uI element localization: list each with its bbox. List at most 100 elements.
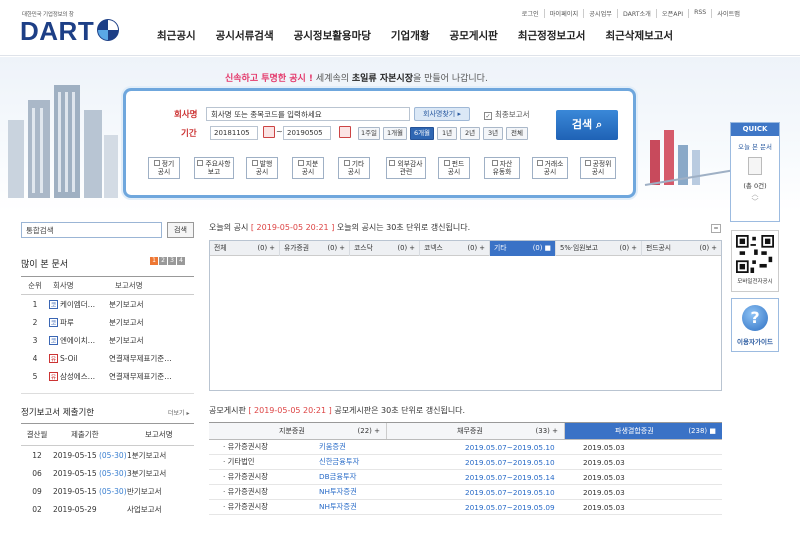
kosdaq-badge: 코 (49, 335, 58, 345)
table-row[interactable]: 4 유 S-Oil 연결재무제표기준… (21, 349, 194, 367)
category-ftc[interactable]: 공정위 공시 (580, 157, 616, 179)
table-row[interactable]: · 유가증권시장 NH투자증권 2019.05.07~2019.05.09 2019.… (209, 500, 722, 515)
slogan: 신속하고 투명한 공시 ! 세계속의 초일류 자본시장을 만들어 나갑니다. (225, 74, 488, 84)
util-open-api[interactable]: 오픈API (655, 9, 688, 18)
tab-kospi[interactable]: 유가증권 (0) + (280, 241, 350, 256)
minimize-icon[interactable]: = (711, 224, 721, 233)
more-link[interactable]: 더보기 ▸ (168, 408, 189, 417)
final-report-checkbox[interactable]: ✓ 최종보고서 (484, 109, 530, 120)
table-row[interactable]: · 기타법인 신한금융투자 2019.05.07~2019.05.10 2019.05… (209, 455, 722, 470)
today-tabs: 전체 (0) + 유가증권 (0) + 코스닥 (0) + 코넥스 (0) + 기타 (0… (210, 241, 721, 256)
table-row: 12 2019-05-15 (05-30) 1분기보고서 (32, 450, 167, 460)
quick-panel: QUICK 오늘 본 문서 (총 0건) ︿ ﹀ (730, 122, 780, 222)
viewed-count: (총 0건) (743, 182, 767, 190)
period-all-button[interactable]: 전체 (506, 127, 528, 140)
chevron-down-icon[interactable]: ﹀ (731, 198, 779, 206)
period-2year-button[interactable]: 2년 (460, 127, 480, 140)
table-row: 02 2019-05-29 사업보고서 (32, 504, 162, 514)
help-icon: ? (742, 305, 768, 331)
nav-recent-corrections[interactable]: 최근정정보고서 (518, 28, 586, 43)
mobile-qr-card[interactable]: 모바일전자공시 (731, 230, 779, 292)
most-viewed-title: 많이 본 문서 (21, 260, 69, 270)
util-login[interactable]: 로그인 (517, 9, 544, 18)
tab-equity-securities[interactable]: 지분증권 (22) + (209, 423, 387, 439)
util-disclosure-work[interactable]: 공시업무 (583, 9, 617, 18)
table-row[interactable]: 1 코 케이엠더… 분기보고서 (21, 295, 194, 313)
category-fund[interactable]: 펀드 공시 (438, 157, 470, 179)
period-1week-button[interactable]: 1주일 (358, 127, 380, 140)
category-asset-securitization[interactable]: 자산 유동화 (484, 157, 520, 179)
period-6month-button[interactable]: 6개월 (410, 127, 434, 140)
checkbox-icon[interactable]: ✓ (484, 112, 492, 120)
tab-konex[interactable]: 코넥스 (0) + (420, 241, 490, 256)
page-4-button[interactable]: 4 (177, 257, 185, 265)
page-2-button[interactable]: 2 (159, 257, 167, 265)
nav-recent-disclosures[interactable]: 최근공시 (157, 28, 196, 43)
util-about-dart[interactable]: DART소개 (616, 9, 656, 18)
user-guide-card[interactable]: ? 이용자가이드 (731, 298, 779, 352)
date-to-input[interactable]: 20190505 (283, 126, 331, 140)
nav-info-utilization[interactable]: 공시정보활용마당 (294, 28, 371, 43)
today-disclosure-panel: 전체 (0) + 유가증권 (0) + 코스닥 (0) + 코넥스 (0) + 기타 (0… (209, 240, 722, 391)
tab-derivative-securities[interactable]: 파생결합증권 (238) ■ (565, 423, 722, 439)
tab-kosdaq[interactable]: 코스닥 (0) + (350, 241, 420, 256)
category-exchange[interactable]: 거래소 공시 (532, 157, 568, 179)
nav-company-overview[interactable]: 기업개황 (391, 28, 430, 43)
nav-recent-deletions[interactable]: 최근삭제보고서 (605, 28, 673, 43)
today-viewed-docs[interactable]: 오늘 본 문서 (731, 141, 779, 151)
logo-swirl-icon (97, 19, 119, 41)
search-icon: ⌕ (595, 118, 603, 131)
company-name-input[interactable]: 회사명 또는 종목코드를 입력하세요 (206, 107, 410, 121)
period-label: 기간 (181, 129, 197, 139)
category-other[interactable]: 기타 공시 (338, 157, 370, 179)
table-row[interactable]: 2 코 파루 분기보고서 (21, 313, 194, 331)
dart-logo[interactable]: DART (20, 18, 94, 44)
tab-all[interactable]: 전체 (0) + (210, 241, 280, 256)
period-3year-button[interactable]: 3년 (483, 127, 503, 140)
tab-5pct-executive[interactable]: 5%·임원보고 (0) + (556, 241, 642, 256)
table-header: 순위 회사명 보고서명 (21, 277, 194, 295)
report-deadline-table: 결산월 제출기한 보고서명 12 2019-05-15 (05-30) 1분기보… (21, 423, 194, 518)
nav-offering-board[interactable]: 공모게시판 (450, 28, 498, 43)
date-from-input[interactable]: 20181105 (210, 126, 258, 140)
search-button[interactable]: 검색 ⌕ (556, 110, 618, 140)
category-major-events[interactable]: 주요사항 보고 (194, 157, 234, 179)
util-mypage[interactable]: 마이페이지 (543, 9, 583, 18)
calendar-icon[interactable] (339, 126, 351, 138)
board-tabs: 지분증권 (22) + 채무증권 (33) + 파생결합증권 (238) ■ (209, 423, 722, 440)
qr-code-icon (736, 235, 774, 273)
tab-fund[interactable]: 펀드공시 (0) + (642, 241, 721, 256)
table-row[interactable]: 5 유 삼성에스… 연결재무제표기준… (21, 367, 194, 385)
offering-board-table: 지분증권 (22) + 채무증권 (33) + 파생결합증권 (238) ■ · 유가… (209, 422, 722, 515)
table-row[interactable]: · 유가증권시장 NH투자증권 2019.05.07~2019.05.10 2019.… (209, 485, 722, 500)
category-equity[interactable]: 지분 공시 (292, 157, 324, 179)
tab-debt-securities[interactable]: 채무증권 (33) + (387, 423, 565, 439)
utility-links: 로그인 마이페이지 공시업무 DART소개 오픈API RSS 사이트맵 (517, 9, 745, 18)
table-row[interactable]: · 유가증권시장 DB금융투자 2019.05.07~2019.05.14 2019.… (209, 470, 722, 485)
date-separator: ~ (276, 127, 283, 136)
main-nav: 최근공시 공시서류검색 공시정보활용마당 기업개황 공모게시판 최근정정보고서 … (157, 28, 693, 43)
category-issuance[interactable]: 발행 공시 (246, 157, 278, 179)
util-rss[interactable]: RSS (688, 9, 711, 18)
total-search-input[interactable]: 통합검색 (21, 222, 162, 238)
chevron-up-icon[interactable]: ︿ (731, 190, 779, 198)
table-header: 결산월 제출기한 보고서명 (21, 424, 194, 446)
page-3-button[interactable]: 3 (168, 257, 176, 265)
table-row[interactable]: 3 코 엔에이치… 분기보고서 (21, 331, 194, 349)
divider (21, 393, 194, 394)
building-graph-illustration (644, 130, 736, 186)
period-1year-button[interactable]: 1년 (437, 127, 457, 140)
table-row[interactable]: · 유가증권시장 키움증권 2019.05.07~2019.05.10 2019.05… (209, 440, 722, 455)
tab-other[interactable]: 기타 (0) ■ (490, 241, 556, 256)
find-company-button[interactable]: 회사명찾기 ▸ (414, 107, 470, 121)
period-1month-button[interactable]: 1개월 (383, 127, 407, 140)
nav-document-search[interactable]: 공시서류검색 (216, 28, 274, 43)
total-search-button[interactable]: 검색 (167, 222, 194, 238)
calendar-icon[interactable] (263, 126, 275, 138)
util-sitemap[interactable]: 사이트맵 (711, 9, 745, 18)
table-row: 06 2019-05-15 (05-30) 3분기보고서 (32, 468, 167, 478)
category-periodic[interactable]: 정기 공시 (148, 157, 180, 179)
header: 대한민국 기업정보의 창 DART 로그인 마이페이지 공시업무 DART소개 … (0, 0, 800, 56)
page-1-button[interactable]: 1 (150, 257, 158, 265)
category-external-audit[interactable]: 외부감사 관련 (386, 157, 426, 179)
